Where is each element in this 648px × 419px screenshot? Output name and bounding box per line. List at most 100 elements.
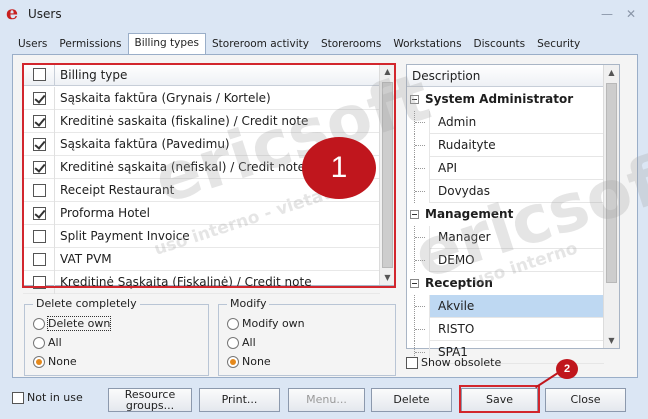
collapse-icon[interactable]	[410, 279, 419, 288]
delete-none-label[interactable]: None	[48, 355, 77, 368]
modify-all-radio[interactable]	[227, 337, 239, 349]
modify-own-label[interactable]: Modify own	[242, 317, 305, 330]
billing-type-label: Kreditinė saskaita (fiskaline) / Credit …	[60, 114, 309, 128]
scroll-up-icon[interactable]: ▲	[604, 65, 619, 80]
description-item-row[interactable]: Manager	[407, 226, 604, 249]
description-item-row[interactable]: Admin	[407, 111, 604, 134]
billing-type-checkbox[interactable]	[33, 115, 46, 128]
billing-type-column-header[interactable]: Billing type	[60, 68, 127, 82]
tab-discounts[interactable]: Discounts	[468, 35, 532, 55]
description-item-row[interactable]: Rudaityte	[407, 134, 604, 157]
collapse-icon[interactable]	[410, 210, 419, 219]
scroll-thumb[interactable]	[382, 82, 393, 268]
description-group-row[interactable]: System Administrator	[407, 88, 604, 111]
tab-workstations[interactable]: Workstations	[387, 35, 467, 55]
column-divider	[54, 156, 55, 179]
scroll-down-icon[interactable]: ▼	[380, 270, 395, 285]
app-logo-icon: e	[6, 2, 19, 24]
column-divider	[54, 271, 55, 294]
tree-connector	[414, 111, 426, 134]
billing-type-row[interactable]: Kreditinė saskaita (fiskaline) / Credit …	[23, 110, 380, 133]
close-window-icon[interactable]: ✕	[622, 6, 640, 22]
billing-type-row[interactable]: Kreditinė Sąskaita (Fiskalinė) / Credit …	[23, 271, 380, 294]
description-item-row[interactable]: RISTO	[407, 318, 604, 341]
billing-type-checkbox[interactable]	[33, 184, 46, 197]
tab-storeroom-activity[interactable]: Storeroom activity	[206, 35, 315, 55]
billing-type-label: VAT PVM	[60, 252, 112, 266]
menu-button[interactable]: Menu...	[288, 388, 365, 412]
delete-button[interactable]: Delete	[371, 388, 452, 412]
description-group-label: System Administrator	[425, 92, 574, 106]
not-in-use-label[interactable]: Not in use	[27, 391, 83, 404]
tree-connector	[414, 249, 426, 272]
billing-type-checkbox[interactable]	[33, 253, 46, 266]
billing-type-checkbox[interactable]	[33, 207, 46, 220]
description-item-row[interactable]: Akvile	[407, 295, 604, 318]
resource-groups-line2: groups...	[125, 399, 175, 412]
delete-completely-group: Delete completely Delete own All None	[24, 297, 209, 376]
annotation-badge-1: 1	[302, 137, 376, 199]
modify-group: Modify Modify own All None	[218, 297, 396, 376]
billing-type-checkbox[interactable]	[33, 161, 46, 174]
description-group-row[interactable]: Management	[407, 203, 604, 226]
tab-billing-types[interactable]: Billing types	[127, 33, 206, 56]
resource-groups-button[interactable]: Resource groups...	[108, 388, 192, 412]
print-button[interactable]: Print...	[199, 388, 280, 412]
description-item-row[interactable]: DEMO	[407, 249, 604, 272]
show-obsolete-box[interactable]	[406, 357, 418, 369]
description-column-header[interactable]: Description	[407, 65, 604, 87]
billing-type-checkbox[interactable]	[33, 276, 46, 289]
grid-scrollbar[interactable]: ▲ ▼	[379, 64, 395, 285]
billing-type-row[interactable]: Proforma Hotel	[23, 202, 380, 225]
not-in-use-box[interactable]	[12, 392, 24, 404]
tab-security[interactable]: Security	[531, 35, 586, 55]
delete-own-radio[interactable]	[33, 318, 45, 330]
tree-connector	[414, 318, 426, 341]
billing-type-checkbox[interactable]	[33, 230, 46, 243]
billing-type-label: Proforma Hotel	[60, 206, 150, 220]
billing-type-label: Sąskaita faktūra (Pavedimu)	[60, 137, 230, 151]
tree-connector	[414, 295, 426, 318]
billing-type-checkbox[interactable]	[33, 92, 46, 105]
minimize-icon[interactable]: —	[598, 6, 616, 22]
description-group-row[interactable]: Reception	[407, 272, 604, 295]
select-all-checkbox[interactable]	[33, 68, 46, 81]
description-item-row[interactable]: API	[407, 157, 604, 180]
column-divider	[54, 248, 55, 271]
modify-own-radio[interactable]	[227, 318, 239, 330]
billing-type-label: Receipt Restaurant	[60, 183, 175, 197]
scroll-down-icon[interactable]: ▼	[604, 333, 619, 348]
title-bar: e Users — ✕	[0, 0, 648, 30]
column-divider	[54, 133, 55, 156]
description-item-label: Admin	[429, 111, 604, 134]
delete-all-radio[interactable]	[33, 337, 45, 349]
delete-none-radio[interactable]	[33, 356, 45, 368]
description-scrollbar[interactable]: ▲ ▼	[603, 65, 619, 348]
delete-all-label[interactable]: All	[48, 336, 62, 349]
modify-none-label[interactable]: None	[242, 355, 271, 368]
billing-type-label: Sąskaita faktūra (Grynais / Kortele)	[60, 91, 271, 105]
window-title: Users	[28, 7, 62, 21]
annotation-badge-2: 2	[556, 359, 578, 379]
delete-own-label[interactable]: Delete own	[46, 316, 112, 331]
tab-users[interactable]: Users	[12, 35, 53, 55]
scroll-up-icon[interactable]: ▲	[380, 64, 395, 79]
description-item-row[interactable]: Dovydas	[407, 180, 604, 203]
column-divider	[54, 110, 55, 133]
description-item-label: Rudaityte	[429, 134, 604, 157]
tree-connector	[414, 157, 426, 180]
close-button[interactable]: Close	[545, 388, 626, 412]
tab-storerooms[interactable]: Storerooms	[315, 35, 387, 55]
billing-type-row[interactable]: Sąskaita faktūra (Grynais / Kortele)	[23, 87, 380, 110]
scroll-thumb[interactable]	[606, 83, 617, 283]
billing-type-label: Kreditinė Sąskaita (Fiskalinė) / Credit …	[60, 275, 312, 289]
billing-type-checkbox[interactable]	[33, 138, 46, 151]
collapse-icon[interactable]	[410, 95, 419, 104]
show-obsolete-label[interactable]: Show obsolete	[421, 356, 501, 369]
modify-none-radio[interactable]	[227, 356, 239, 368]
billing-type-row[interactable]: VAT PVM	[23, 248, 380, 271]
modify-all-label[interactable]: All	[242, 336, 256, 349]
billing-type-row[interactable]: Split Payment Invoice	[23, 225, 380, 248]
tree-connector	[414, 180, 426, 203]
tab-permissions[interactable]: Permissions	[53, 35, 127, 55]
